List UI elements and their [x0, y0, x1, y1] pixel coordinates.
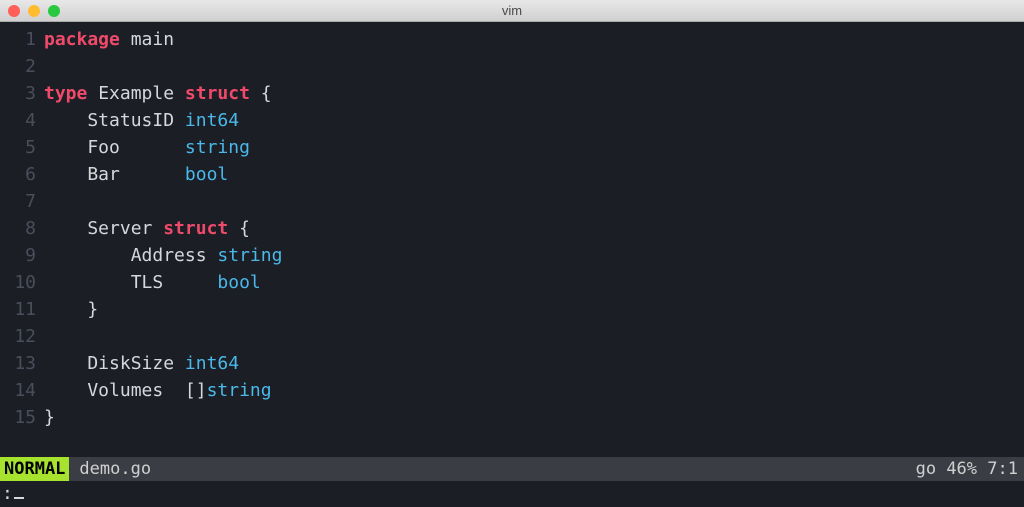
code-line[interactable]: 15}	[0, 404, 1024, 431]
code-line[interactable]: 6 Bar bool	[0, 161, 1024, 188]
close-icon[interactable]	[8, 5, 20, 17]
code-content: StatusID int64	[44, 107, 239, 134]
code-content: type Example struct {	[44, 80, 272, 107]
editor: 1package main23type Example struct {4 St…	[0, 22, 1024, 507]
line-number: 12	[0, 323, 44, 350]
code-content: package main	[44, 26, 174, 53]
filetype: go	[916, 459, 936, 479]
code-content: Foo string	[44, 134, 250, 161]
code-line[interactable]: 12	[0, 323, 1024, 350]
line-number: 8	[0, 215, 44, 242]
code-line[interactable]: 7	[0, 188, 1024, 215]
code-line[interactable]: 10 TLS bool	[0, 269, 1024, 296]
minimize-icon[interactable]	[28, 5, 40, 17]
code-content: Volumes []string	[44, 377, 272, 404]
code-content: TLS bool	[44, 269, 261, 296]
scroll-percent: 46%	[946, 459, 977, 479]
code-content: Server struct {	[44, 215, 250, 242]
code-line[interactable]: 11 }	[0, 296, 1024, 323]
line-number: 11	[0, 296, 44, 323]
window-titlebar: vim	[0, 0, 1024, 22]
code-line[interactable]: 2	[0, 53, 1024, 80]
code-line[interactable]: 13 DiskSize int64	[0, 350, 1024, 377]
maximize-icon[interactable]	[48, 5, 60, 17]
code-line[interactable]: 3type Example struct {	[0, 80, 1024, 107]
code-content: }	[44, 404, 55, 431]
code-line[interactable]: 1package main	[0, 26, 1024, 53]
line-number: 10	[0, 269, 44, 296]
statusline-spacer	[151, 457, 916, 481]
command-line[interactable]: :	[0, 481, 1024, 507]
line-number: 4	[0, 107, 44, 134]
code-line[interactable]: 8 Server struct {	[0, 215, 1024, 242]
line-number: 15	[0, 404, 44, 431]
statusline: NORMAL demo.go go 46% 7:1	[0, 457, 1024, 481]
code-line[interactable]: 14 Volumes []string	[0, 377, 1024, 404]
code-content: }	[44, 296, 98, 323]
cursor-position: 7:1	[987, 459, 1018, 479]
cursor-icon	[14, 497, 24, 499]
file-position: go 46% 7:1	[916, 457, 1024, 481]
code-area[interactable]: 1package main23type Example struct {4 St…	[0, 22, 1024, 457]
line-number: 2	[0, 53, 44, 80]
code-content: Address string	[44, 242, 282, 269]
code-line[interactable]: 4 StatusID int64	[0, 107, 1024, 134]
line-number: 3	[0, 80, 44, 107]
filename: demo.go	[69, 457, 151, 481]
line-number: 6	[0, 161, 44, 188]
traffic-lights	[0, 5, 60, 17]
code-line[interactable]: 9 Address string	[0, 242, 1024, 269]
code-content: Bar bool	[44, 161, 228, 188]
line-number: 7	[0, 188, 44, 215]
cmdline-prompt: :	[2, 483, 13, 504]
mode-indicator: NORMAL	[0, 457, 69, 481]
line-number: 5	[0, 134, 44, 161]
window-title: vim	[0, 3, 1024, 18]
line-number: 1	[0, 26, 44, 53]
line-number: 13	[0, 350, 44, 377]
code-line[interactable]: 5 Foo string	[0, 134, 1024, 161]
line-number: 9	[0, 242, 44, 269]
code-content: DiskSize int64	[44, 350, 239, 377]
line-number: 14	[0, 377, 44, 404]
